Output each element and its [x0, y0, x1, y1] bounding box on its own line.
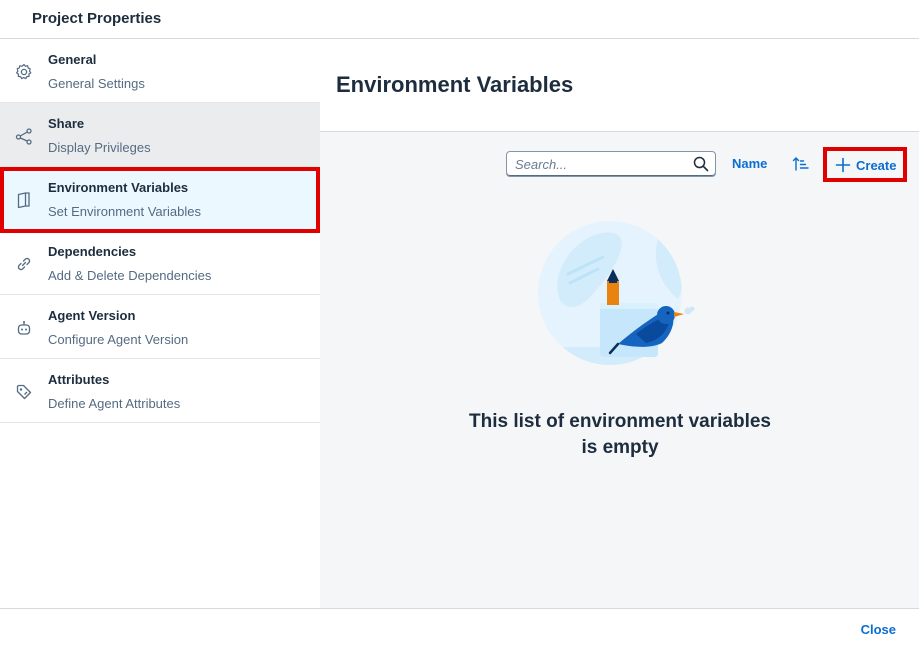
sidebar-item-title: Dependencies: [48, 244, 137, 259]
empty-state-illustration: [538, 219, 700, 369]
sidebar-item-title: Agent Version: [48, 308, 136, 323]
search-input[interactable]: [507, 152, 687, 176]
content-header: Environment Variables: [320, 39, 919, 132]
link-icon: [14, 254, 34, 274]
share-icon: [14, 126, 34, 146]
create-button-label: Create: [856, 158, 897, 173]
dialog-title: Project Properties: [32, 10, 162, 27]
sidebar-item-subtitle: General Settings: [48, 76, 145, 91]
empty-state-message: This list of environment variables is em…: [420, 409, 820, 461]
sidebar-item-title: Share: [48, 116, 85, 131]
sidebar-item-title: Environment Variables: [48, 180, 189, 195]
close-button[interactable]: Close: [861, 622, 896, 637]
sidebar-item-environment-variables[interactable]: Environment Variables Set Environment Va…: [0, 167, 320, 231]
project-properties-dialog: Project Properties General General Setti…: [0, 0, 919, 647]
page-title: Environment Variables: [336, 72, 574, 97]
content-panel: Environment Variables Name Create: [320, 39, 919, 608]
dialog-footer: Close: [0, 608, 919, 647]
plus-icon: [835, 157, 851, 173]
create-button[interactable]: Create: [823, 147, 907, 182]
sidebar-item-agent-version[interactable]: Agent Version Configure Agent Version: [0, 295, 320, 359]
search-icon[interactable]: [693, 156, 709, 172]
empty-state-line-2: is empty: [581, 437, 659, 458]
sort-ascending-icon[interactable]: [792, 155, 810, 173]
sidebar-item-share[interactable]: Share Display Privileges: [0, 103, 320, 167]
sidebar-item-subtitle: Define Agent Attributes: [48, 396, 181, 411]
sidebar-item-subtitle: Add & Delete Dependencies: [48, 268, 212, 283]
dialog-header: Project Properties: [0, 0, 919, 39]
document-icon: [14, 190, 34, 210]
robot-icon: [14, 318, 34, 338]
gear-icon: [14, 62, 34, 82]
sidebar-item-subtitle: Set Environment Variables: [48, 204, 201, 219]
sort-by-name-button[interactable]: Name: [732, 156, 767, 171]
sidebar-item-attributes[interactable]: Attributes Define Agent Attributes: [0, 359, 320, 423]
sidebar-item-title: Attributes: [48, 372, 110, 387]
tag-icon: [14, 382, 34, 402]
sidebar-item-general[interactable]: General General Settings: [0, 39, 320, 103]
sidebar-item-subtitle: Display Privileges: [48, 140, 151, 155]
sidebar-item-subtitle: Configure Agent Version: [48, 332, 189, 347]
sidebar-item-dependencies[interactable]: Dependencies Add & Delete Dependencies: [0, 231, 320, 295]
empty-state-line-1: This list of environment variables: [469, 411, 771, 432]
search-field[interactable]: [506, 151, 716, 177]
sidebar-item-title: General: [48, 52, 97, 67]
sidebar: General General Settings Share Display P…: [0, 39, 320, 608]
